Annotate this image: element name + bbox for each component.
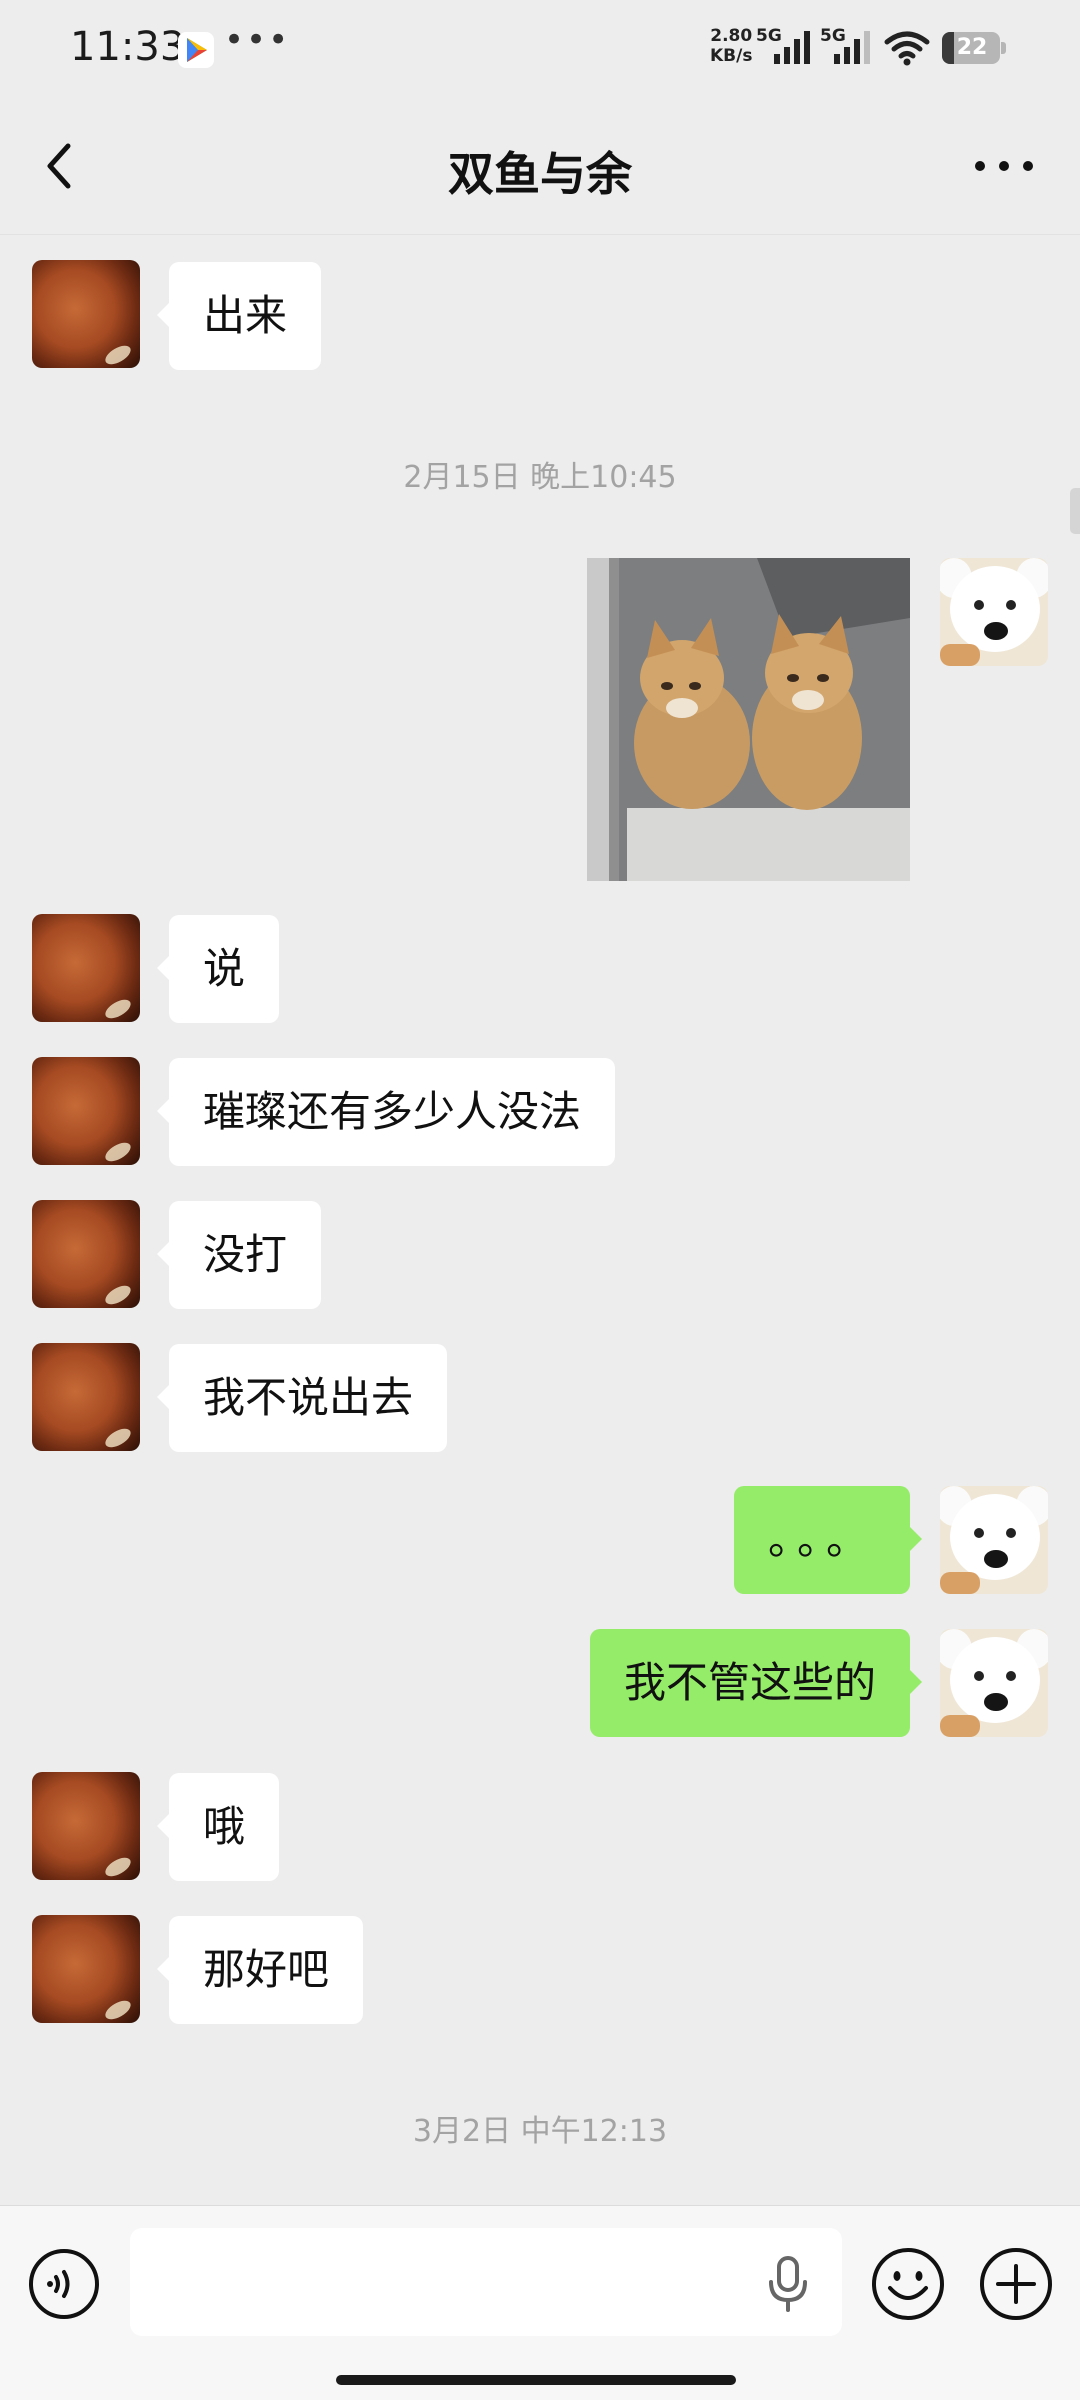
plus-icon [980,2248,1052,2320]
message-input[interactable] [130,2228,842,2336]
contact-avatar[interactable] [32,1772,140,1880]
signal-icon [774,31,810,64]
contact-avatar[interactable] [32,1057,140,1165]
contact-avatar[interactable] [32,1343,140,1451]
emoji-icon [872,2248,944,2320]
message-timestamp: 2月15日 晚上10:45 [403,460,677,495]
voice-toggle-button[interactable] [28,2248,100,2320]
network-speed-value: 2.80 [710,26,753,46]
battery-level: 22 [956,35,988,60]
my-avatar[interactable] [940,1629,1048,1737]
message-timestamp: 3月2日 中午12:13 [412,2114,668,2149]
my-avatar[interactable] [940,558,1048,666]
wifi-icon [884,31,930,66]
signal-icon [834,31,870,64]
status-bar: 11:33 ••• 2.80 KB/s 5G 5G 22 [0,0,1080,100]
emoji-button[interactable] [870,2246,946,2322]
input-bar [0,2205,1080,2400]
message-bubble-received[interactable]: 哦 [156,1773,280,1881]
microphone-icon[interactable] [765,2256,811,2312]
voice-icon [29,2249,99,2319]
chat-screen: 11:33 ••• 2.80 KB/s 5G 5G 22 双鱼与余 出来 2月1… [0,0,1080,2400]
image-message[interactable] [587,558,910,881]
message-bubble-received[interactable]: 出来 [156,262,322,370]
network-speed: 2.80 KB/s [710,26,752,66]
play-store-icon [178,32,214,68]
chat-header: 双鱼与余 [0,100,1080,235]
message-bubble-received[interactable]: 那好吧 [156,1916,364,2024]
contact-avatar[interactable] [32,914,140,1022]
message-bubble-sent[interactable]: 。。。 [733,1486,923,1594]
network-speed-unit: KB/s [710,46,753,66]
message-bubble-received[interactable]: 我不说出去 [156,1344,448,1452]
chat-title: 双鱼与余 [448,147,632,201]
more-functions-button[interactable] [978,2246,1054,2322]
more-dots-icon [975,161,1033,171]
battery-icon: 22 [942,32,1000,64]
message-bubble-sent[interactable]: 我不管这些的 [589,1629,923,1737]
more-button[interactable] [966,136,1046,196]
message-bubble-received[interactable]: 没打 [156,1201,322,1309]
status-more-dots: ••• [224,20,291,60]
status-time: 11:33 [70,24,186,70]
contact-avatar[interactable] [32,1200,140,1308]
kittens-photo [587,558,910,881]
message-bubble-received[interactable]: 璀璨还有多少人没法 [156,1058,616,1166]
contact-avatar[interactable] [32,1915,140,2023]
contact-avatar[interactable] [32,260,140,368]
my-avatar[interactable] [940,1486,1048,1594]
message-bubble-received[interactable]: 说 [156,915,280,1023]
home-indicator[interactable] [336,2375,736,2385]
